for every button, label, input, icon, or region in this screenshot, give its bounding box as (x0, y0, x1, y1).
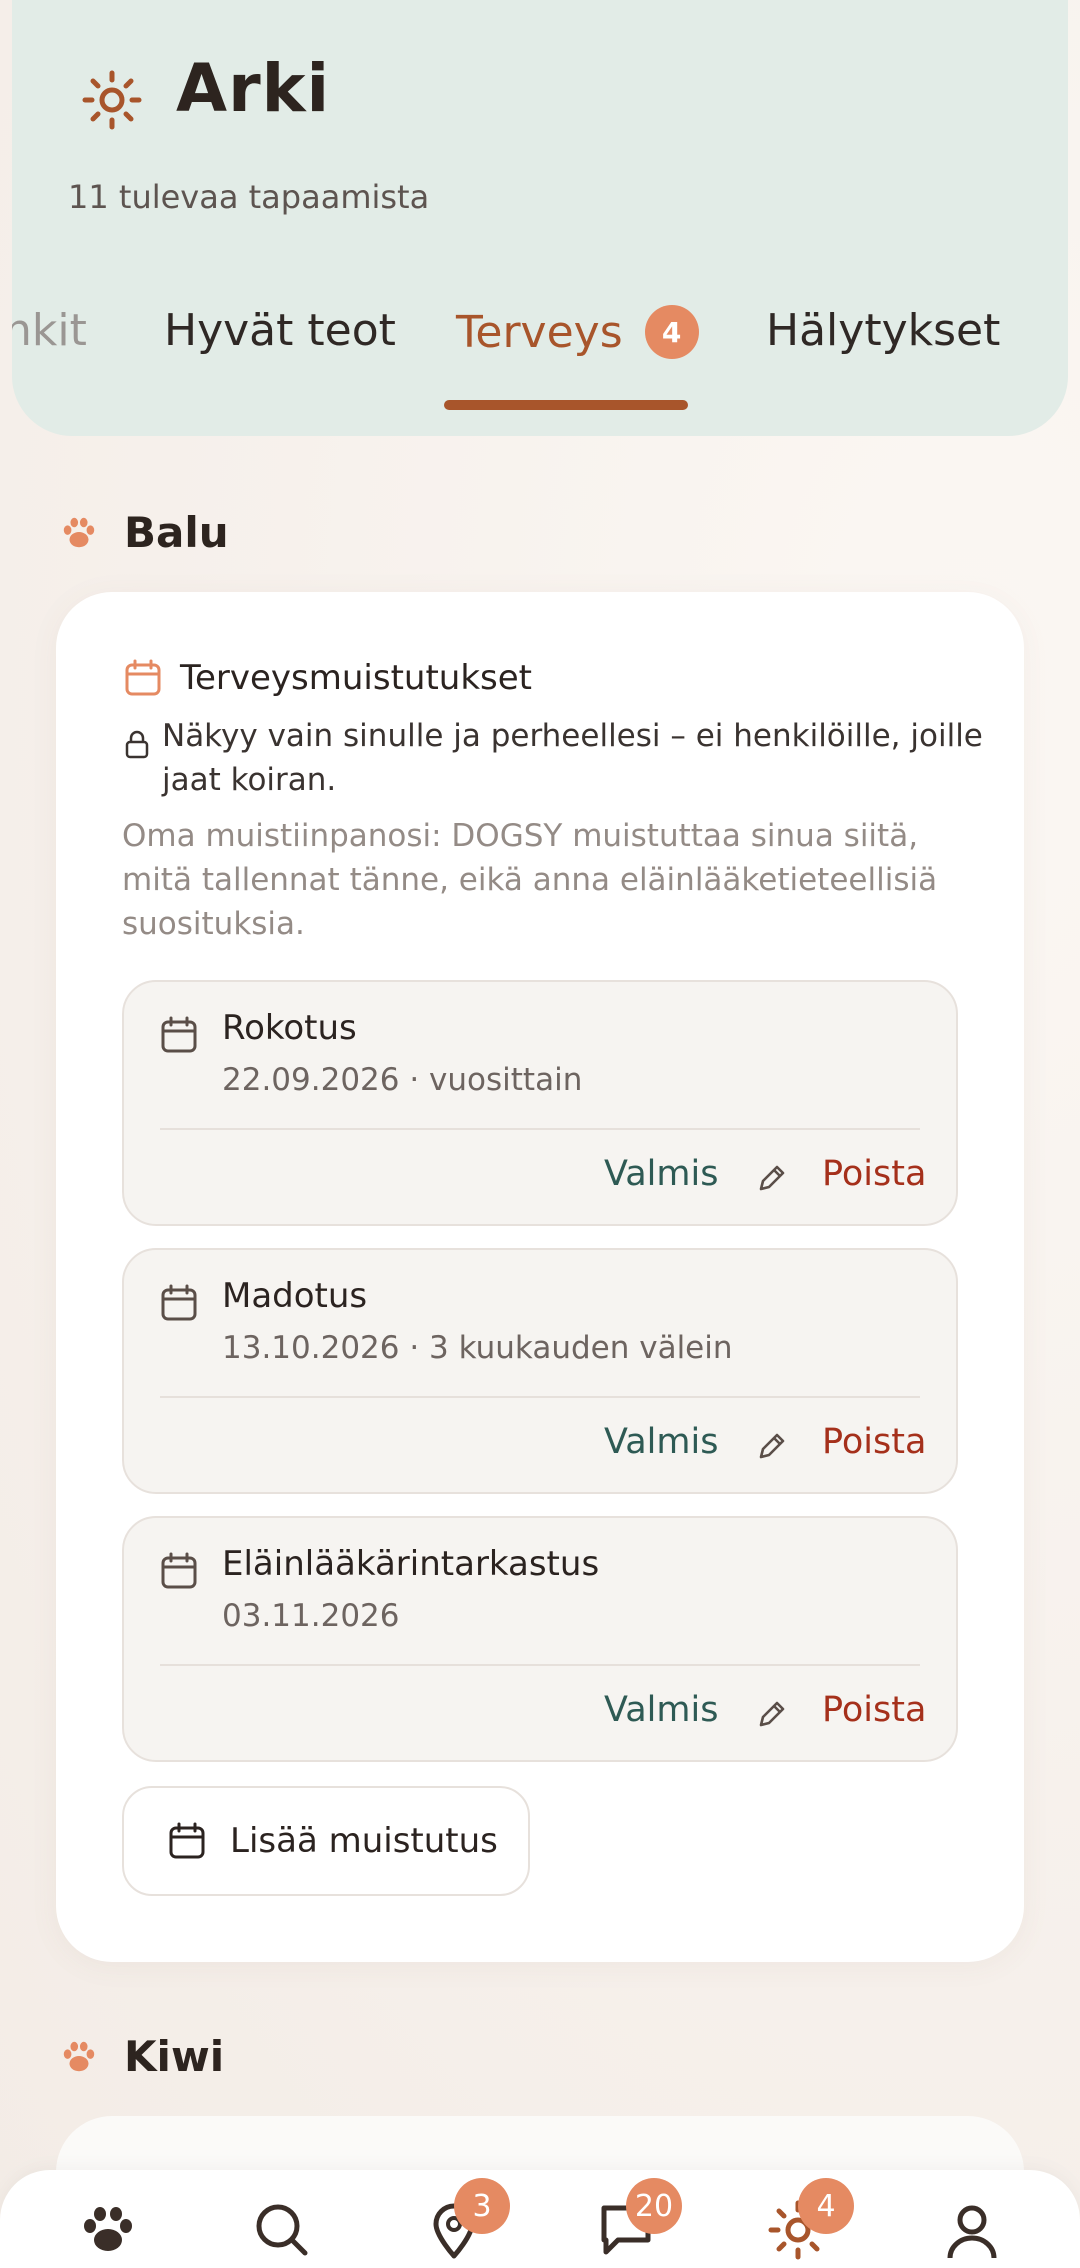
paw-icon (84, 2207, 132, 2251)
tab-bar: nkit Hyvät teot Terveys 4 Hälytykset (12, 305, 1068, 385)
delete-button[interactable]: Poista (822, 1422, 926, 1462)
tab-hyvat-teot[interactable]: Hyvät teot (164, 305, 396, 356)
add-reminder-label: Lisää muistutus (230, 1821, 498, 1861)
tab-terveys[interactable]: Terveys 4 (456, 305, 699, 359)
nav-daily[interactable]: 4 (768, 2178, 854, 2260)
notification-badge: 4 (798, 2178, 854, 2234)
nav-messages[interactable]: 20 (596, 2178, 682, 2260)
nav-search[interactable] (252, 2200, 312, 2260)
tab-label: Terveys (456, 306, 623, 358)
calendar-icon (125, 659, 161, 696)
notification-badge: 20 (626, 2178, 682, 2234)
add-reminder-button[interactable]: Lisää muistutus (122, 1786, 530, 1896)
calendar-icon (161, 1016, 197, 1053)
divider (160, 1128, 920, 1130)
reminder-title: Madotus (222, 1276, 368, 1316)
card-title: Terveysmuistutukset (180, 658, 533, 698)
tab-label: nkit (12, 305, 87, 356)
reminder-title: Eläinlääkärintarkastus (222, 1544, 600, 1584)
active-tab-indicator (444, 400, 688, 410)
page-subtitle: 11 tulevaa tapaamista (68, 178, 430, 216)
pencil-icon[interactable] (754, 1428, 790, 1464)
health-reminders-card: Terveysmuistutukset Näkyy vain sinulle j… (56, 592, 1024, 1962)
delete-button[interactable]: Poista (822, 1154, 926, 1194)
reminder-item: Rokotus 22.09.2026 · vuosittain Valmis P… (122, 980, 958, 1226)
tab-partial[interactable]: nkit (12, 305, 87, 356)
tab-halytykset[interactable]: Hälytykset (766, 305, 1000, 356)
tab-label: Hälytykset (766, 305, 1001, 356)
divider (160, 1396, 920, 1398)
nav-map[interactable]: 3 (424, 2178, 510, 2260)
reminder-date: 13.10.2026 · 3 kuukauden välein (222, 1330, 733, 1366)
lock-icon (125, 730, 149, 759)
profile-icon (947, 2205, 997, 2259)
done-button[interactable]: Valmis (604, 1690, 718, 1730)
calendar-icon (161, 1552, 197, 1589)
pet-heading-balu: Balu (60, 508, 229, 557)
sun-icon (82, 70, 142, 130)
page-title: Arki (176, 50, 331, 127)
privacy-notice: Näkyy vain sinulle ja perheellesi – ei h… (124, 714, 1024, 802)
reminder-date: 03.11.2026 (222, 1598, 400, 1634)
divider (160, 1664, 920, 1666)
header-panel: Arki 11 tulevaa tapaamista nkit Hyvät te… (12, 0, 1068, 436)
done-button[interactable]: Valmis (604, 1422, 718, 1462)
reminder-item: Madotus 13.10.2026 · 3 kuukauden välein … (122, 1248, 958, 1494)
pet-name: Balu (124, 508, 229, 557)
disclaimer-note: Oma muistiinpanosi: DOGSY muistuttaa sin… (122, 818, 938, 942)
card-header: Terveysmuistutukset (124, 658, 532, 698)
done-button[interactable]: Valmis (604, 1154, 718, 1194)
pencil-icon[interactable] (754, 1160, 790, 1196)
search-icon (256, 2204, 308, 2256)
notification-badge: 3 (454, 2178, 510, 2234)
paw-icon (63, 2041, 95, 2071)
calendar-icon (169, 1822, 205, 1859)
reminder-date: 22.09.2026 · vuosittain (222, 1062, 583, 1098)
pet-name: Kiwi (124, 2032, 225, 2081)
calendar-icon (161, 1284, 197, 1321)
delete-button[interactable]: Poista (822, 1690, 926, 1730)
paw-icon (63, 517, 95, 547)
pet-heading-kiwi: Kiwi (60, 2032, 224, 2081)
reminder-item: Eläinlääkärintarkastus 03.11.2026 Valmis… (122, 1516, 958, 1762)
reminder-title: Rokotus (222, 1008, 357, 1048)
nav-profile[interactable] (942, 2200, 1002, 2260)
bottom-nav: 3 20 4 (0, 2170, 1080, 2268)
tab-label: Hyvät teot (164, 305, 396, 356)
privacy-text: Näkyy vain sinulle ja perheellesi – ei h… (162, 718, 983, 798)
tab-badge: 4 (644, 305, 699, 359)
pencil-icon[interactable] (754, 1696, 790, 1732)
nav-dogs[interactable] (78, 2200, 138, 2260)
